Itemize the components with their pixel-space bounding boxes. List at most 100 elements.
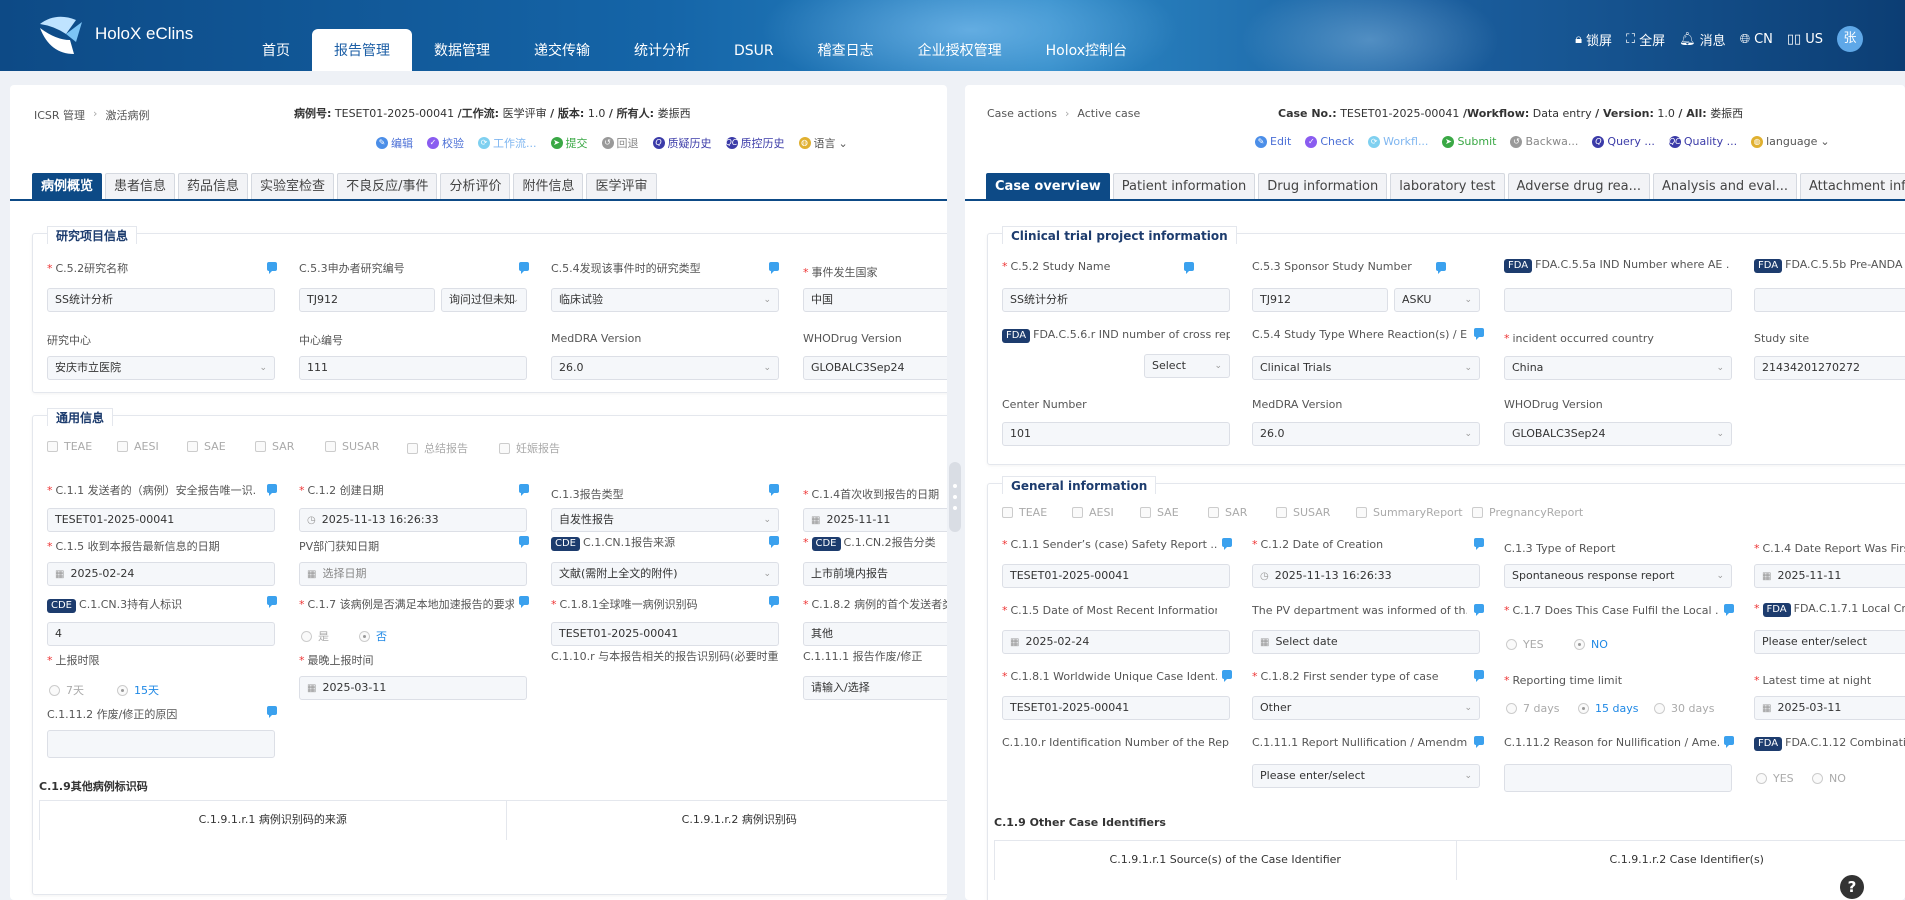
radio-7-days[interactable]: 7天: [49, 682, 84, 698]
pre-anda-input[interactable]: [1754, 288, 1905, 312]
checkbox-teae[interactable]: TEAE: [47, 440, 92, 453]
radio-15-days[interactable]: 15 days: [1578, 702, 1638, 715]
tab-patient[interactable]: Patient information: [1112, 173, 1256, 200]
nav-data-management[interactable]: 数据管理: [412, 29, 512, 71]
nav-audit-log[interactable]: 稽查日志: [796, 29, 896, 71]
breadcrumb-item[interactable]: Case actions: [987, 107, 1057, 120]
comment-icon[interactable]: [1222, 538, 1232, 550]
tab-patient[interactable]: 患者信息: [105, 173, 176, 200]
report-type-select[interactable]: Spontaneous response report ⌄: [1504, 564, 1732, 588]
tab-lab[interactable]: laboratory test: [1390, 173, 1505, 200]
study-type-select[interactable]: Clinical Trials ⌄: [1252, 356, 1480, 380]
nav-home[interactable]: 首页: [240, 29, 312, 71]
comment-icon[interactable]: [1724, 736, 1734, 748]
comment-icon[interactable]: [267, 596, 277, 608]
radio-15-days[interactable]: 15天: [117, 682, 159, 698]
report-type-select[interactable]: 自发性报告 ⌄: [551, 508, 779, 532]
holder-id-input[interactable]: 4: [47, 622, 275, 646]
checkbox-susar[interactable]: SUSAR: [325, 440, 379, 453]
event-country-select[interactable]: 中国: [803, 288, 947, 312]
radio-no[interactable]: NO: [1574, 638, 1608, 651]
comment-icon[interactable]: [519, 536, 529, 548]
pv-aware-date-input[interactable]: ▦ Select date: [1252, 630, 1480, 654]
rollback-button[interactable]: ↺ 回退: [601, 135, 639, 151]
radio-no[interactable]: NO: [1812, 772, 1846, 785]
tab-drug[interactable]: 药品信息: [178, 173, 249, 200]
nullification-select[interactable]: 请输入/选择: [803, 676, 947, 700]
first-sender-type-select[interactable]: 其他: [803, 622, 947, 646]
backward-button[interactable]: ↺ Backwa...: [1510, 135, 1578, 148]
latest-info-date-input[interactable]: ▦ 2025-02-24: [47, 562, 275, 586]
tab-lab[interactable]: 实验室检查: [251, 173, 335, 200]
submit-button[interactable]: ➤ 提交: [550, 135, 588, 151]
cross-reported-ind-select[interactable]: Select ⌄: [1144, 354, 1230, 378]
sender-report-id-input[interactable]: TESET01-2025-00041: [1002, 564, 1230, 588]
nav-console[interactable]: Holox控制台: [1024, 29, 1149, 71]
query-history-button[interactable]: Q Query ...: [1592, 135, 1655, 148]
local-criteria-select[interactable]: Please enter/select: [1754, 630, 1905, 654]
comment-icon[interactable]: [1724, 604, 1734, 616]
comment-icon[interactable]: [1474, 736, 1484, 748]
avatar[interactable]: 张: [1837, 26, 1863, 52]
comment-icon[interactable]: [267, 706, 277, 718]
checkbox-sar[interactable]: SAR: [255, 440, 294, 453]
radio-no[interactable]: 否: [359, 628, 387, 644]
global-case-id-input[interactable]: TESET01-2025-00041: [551, 622, 779, 646]
checkbox-pregnancy-report[interactable]: 妊娠报告: [499, 440, 560, 456]
comment-icon[interactable]: [769, 484, 779, 496]
global-case-id-input[interactable]: TESET01-2025-00041: [1002, 696, 1230, 720]
nullification-reason-textarea[interactable]: [47, 730, 275, 758]
checkbox-aesi[interactable]: AESI: [1072, 506, 1114, 519]
qc-history-button[interactable]: QC 质控历史: [725, 135, 785, 151]
qc-history-button[interactable]: QC Quality ...: [1668, 135, 1737, 148]
comment-icon[interactable]: [1474, 328, 1484, 340]
nav-report-management[interactable]: 报告管理: [312, 29, 412, 71]
tab-analysis[interactable]: 分析评价: [440, 173, 511, 200]
comment-icon[interactable]: [769, 262, 779, 274]
comment-icon[interactable]: [1474, 538, 1484, 550]
comment-icon[interactable]: [519, 262, 529, 274]
sponsor-study-number-select[interactable]: ASKU ⌄: [1394, 288, 1480, 312]
pv-aware-date-input[interactable]: ▦ 选择日期: [299, 562, 527, 586]
checkbox-summary-report[interactable]: SummaryReport: [1356, 506, 1463, 519]
nav-enterprise-auth[interactable]: 企业授权管理: [896, 29, 1024, 71]
edit-button[interactable]: ✎ 编辑: [376, 135, 413, 151]
checkbox-sar[interactable]: SAR: [1208, 506, 1247, 519]
help-button[interactable]: ?: [1840, 875, 1864, 899]
study-site-select[interactable]: 安庆市立医院 ⌄: [47, 356, 275, 380]
check-button[interactable]: ✓ Check: [1305, 135, 1354, 148]
checkbox-aesi[interactable]: AESI: [117, 440, 159, 453]
nullification-reason-textarea[interactable]: [1504, 764, 1732, 792]
latest-info-date-input[interactable]: ▦ 2025-02-24: [1002, 630, 1230, 654]
radio-yes[interactable]: YES: [1756, 772, 1794, 785]
tab-attachments[interactable]: Attachment infor...: [1799, 173, 1905, 200]
tab-analysis[interactable]: Analysis and eval...: [1653, 173, 1797, 200]
first-sender-type-select[interactable]: Other ⌄: [1252, 696, 1480, 720]
query-history-button[interactable]: Q 质疑历史: [652, 135, 712, 151]
ind-number-input[interactable]: [1504, 288, 1732, 312]
study-type-select[interactable]: 临床试验 ⌄: [551, 288, 779, 312]
checkbox-susar[interactable]: SUSAR: [1276, 506, 1330, 519]
tab-drug[interactable]: Drug information: [1258, 173, 1388, 200]
nullification-select[interactable]: Please enter/select ⌄: [1252, 764, 1480, 788]
study-site-input[interactable]: 21434201270272: [1754, 356, 1905, 380]
region-switch[interactable]: ▯▯ US: [1787, 32, 1823, 47]
sponsor-study-number-input[interactable]: TJ912: [1252, 288, 1388, 312]
first-received-date-input[interactable]: ▦ 2025-11-11: [803, 508, 947, 532]
edit-button[interactable]: ✎ Edit: [1255, 135, 1291, 148]
radio-yes[interactable]: 是: [301, 628, 329, 644]
checkbox-summary-report[interactable]: 总结报告: [407, 440, 468, 456]
tab-medical-review[interactable]: 医学评审: [586, 173, 657, 200]
comment-icon[interactable]: [519, 484, 529, 496]
first-received-date-input[interactable]: ▦ 2025-11-11: [1754, 564, 1905, 588]
radio-7-days[interactable]: 7 days: [1506, 702, 1559, 715]
study-name-input[interactable]: SS统计分析: [1002, 288, 1230, 312]
tab-case-overview[interactable]: Case overview: [986, 173, 1110, 200]
submit-button[interactable]: ➤ Submit: [1442, 135, 1496, 148]
deadline-date-input[interactable]: ▦ 2025-03-11: [299, 676, 527, 700]
meddra-version-select[interactable]: 26.0 ⌄: [1252, 422, 1480, 446]
panel-splitter-handle[interactable]: [949, 462, 961, 532]
checkbox-pregnancy-report[interactable]: PregnancyReport: [1472, 506, 1583, 519]
nav-statistics[interactable]: 统计分析: [612, 29, 712, 71]
comment-icon[interactable]: [769, 536, 779, 548]
